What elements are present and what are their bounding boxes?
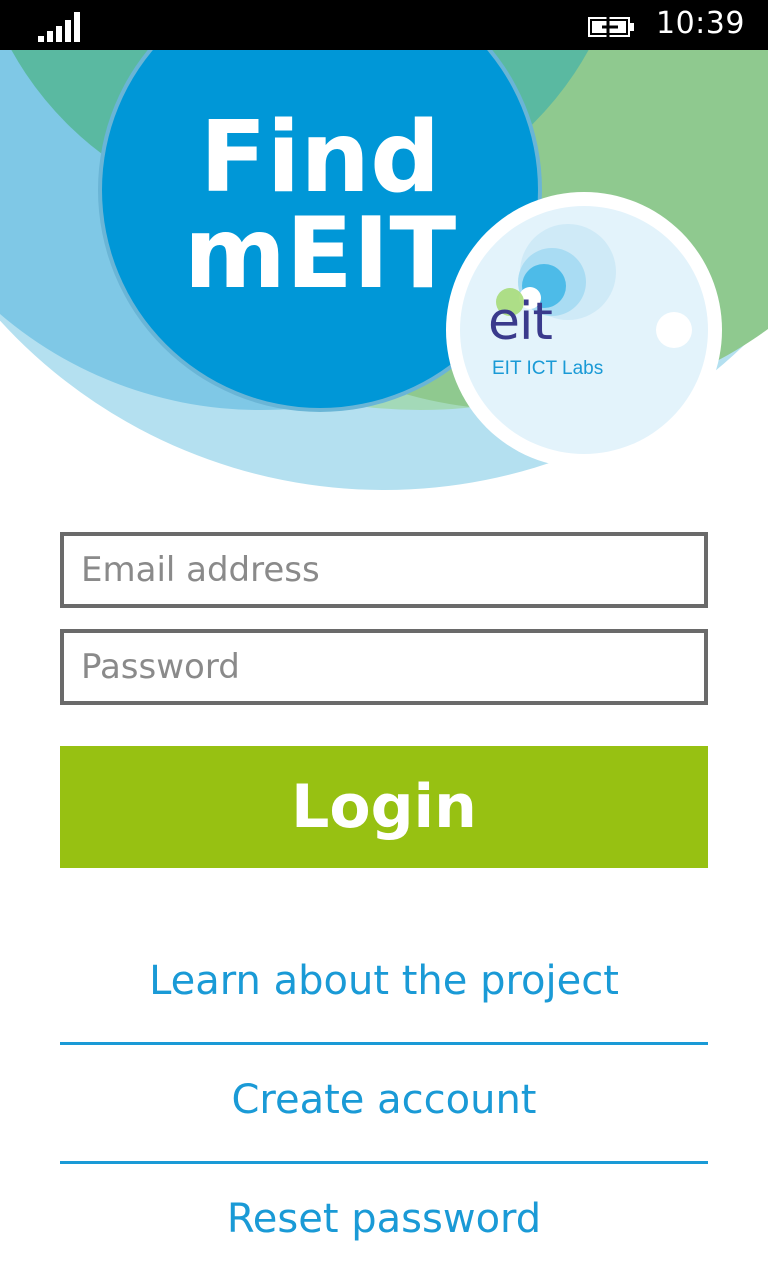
- signal-strength-icon: [38, 12, 80, 42]
- status-time: 10:39: [656, 6, 745, 41]
- logo-dot: [656, 312, 692, 348]
- status-bar: 10:39: [0, 0, 768, 50]
- eit-logo-inner: eit EIT ICT Labs: [460, 206, 708, 454]
- reset-password-link[interactable]: Reset password: [60, 1196, 708, 1242]
- email-input[interactable]: [64, 536, 704, 604]
- logo-subtitle: EIT ICT Labs: [492, 358, 604, 379]
- eit-logo: eit EIT ICT Labs: [446, 192, 722, 468]
- learn-about-project-link[interactable]: Learn about the project: [60, 958, 708, 1004]
- password-field[interactable]: [60, 629, 708, 705]
- divider: [60, 1042, 708, 1045]
- app-title-line1: Find: [199, 101, 441, 215]
- create-account-link[interactable]: Create account: [60, 1077, 708, 1123]
- password-input[interactable]: [64, 633, 704, 701]
- logo-wordmark: eit: [488, 292, 553, 352]
- email-field[interactable]: [60, 532, 708, 608]
- login-button[interactable]: Login: [60, 746, 708, 868]
- divider: [60, 1161, 708, 1164]
- battery-charging-icon: [588, 14, 634, 40]
